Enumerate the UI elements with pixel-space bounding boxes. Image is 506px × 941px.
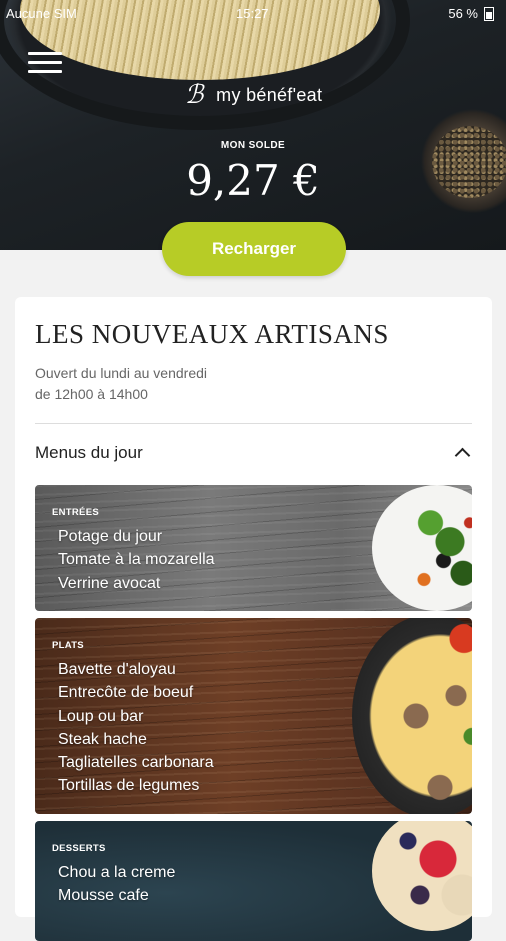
hamburger-icon [28, 52, 62, 55]
hamburger-icon-line [28, 61, 62, 64]
carrier-text: Aucune SIM [6, 6, 77, 21]
block-label: ENTRÉES [52, 507, 99, 518]
menus-du-jour-toggle[interactable]: Menus du jour [35, 437, 472, 469]
restaurant-name: LES NOUVEAUX ARTISANS [35, 319, 389, 349]
app-name: my bénéf'eat [216, 84, 323, 105]
list-item[interactable]: Chou a la creme [58, 861, 175, 884]
chevron-up-icon[interactable] [454, 447, 471, 464]
hamburger-icon-line [28, 70, 62, 73]
omelette-image [352, 618, 472, 814]
opening-days: Ouvert du lundi au vendredi [35, 365, 207, 381]
item-list: Chou a la creme Mousse cafe [58, 861, 175, 908]
tart-image [372, 821, 472, 931]
recharge-button[interactable]: Recharger [162, 222, 346, 276]
block-label: PLATS [52, 640, 84, 651]
list-item[interactable]: Bavette d'aloyau [58, 658, 214, 681]
menu-block-entrees[interactable]: ENTRÉES Potage du jour Tomate à la mozar… [35, 485, 472, 611]
menu-button[interactable] [28, 52, 62, 73]
section-title: Menus du jour [35, 443, 143, 462]
opening-times: de 12h00 à 14h00 [35, 386, 148, 402]
opening-hours: Ouvert du lundi au vendredi de 12h00 à 1… [35, 363, 335, 405]
list-item[interactable]: Tortillas de legumes [58, 774, 214, 797]
clock-text: 15:27 [236, 6, 269, 21]
list-item[interactable]: Entrecôte de boeuf [58, 681, 214, 704]
status-bar: Aucune SIM 15:27 56 % [0, 0, 506, 26]
list-item[interactable]: Steak hache [58, 728, 214, 751]
menu-block-plats[interactable]: PLATS Bavette d'aloyau Entrecôte de boeu… [35, 618, 472, 814]
block-label: DESSERTS [52, 843, 106, 854]
app-brand: ℬ my bénéf'eat [0, 80, 506, 110]
list-item[interactable]: Tomate à la mozarella [58, 548, 215, 571]
battery-icon [484, 6, 494, 21]
menu-block-desserts[interactable]: DESSERTS Chou a la creme Mousse cafe [35, 821, 472, 941]
status-icons: 56 % [448, 6, 494, 21]
balance-amount: 9,27 € [186, 156, 320, 205]
salad-image [372, 485, 472, 611]
item-list: Potage du jour Tomate à la mozarella Ver… [58, 525, 215, 595]
restaurant-card: LES NOUVEAUX ARTISANS Ouvert du lundi au… [15, 297, 492, 941]
logo-icon: ℬ [184, 80, 204, 110]
balance-label: MON SOLDE [220, 140, 286, 151]
divider [35, 423, 472, 424]
list-item[interactable]: Loup ou bar [58, 705, 214, 728]
list-item[interactable]: Verrine avocat [58, 572, 215, 595]
list-item[interactable]: Mousse cafe [58, 884, 175, 907]
list-item[interactable]: Tagliatelles carbonara [58, 751, 214, 774]
item-list: Bavette d'aloyau Entrecôte de boeuf Loup… [58, 658, 214, 798]
header-banner: Aucune SIM 15:27 56 % ℬ my bénéf'eat MON… [0, 0, 506, 250]
battery-text: 56 % [448, 6, 478, 21]
list-item[interactable]: Potage du jour [58, 525, 215, 548]
